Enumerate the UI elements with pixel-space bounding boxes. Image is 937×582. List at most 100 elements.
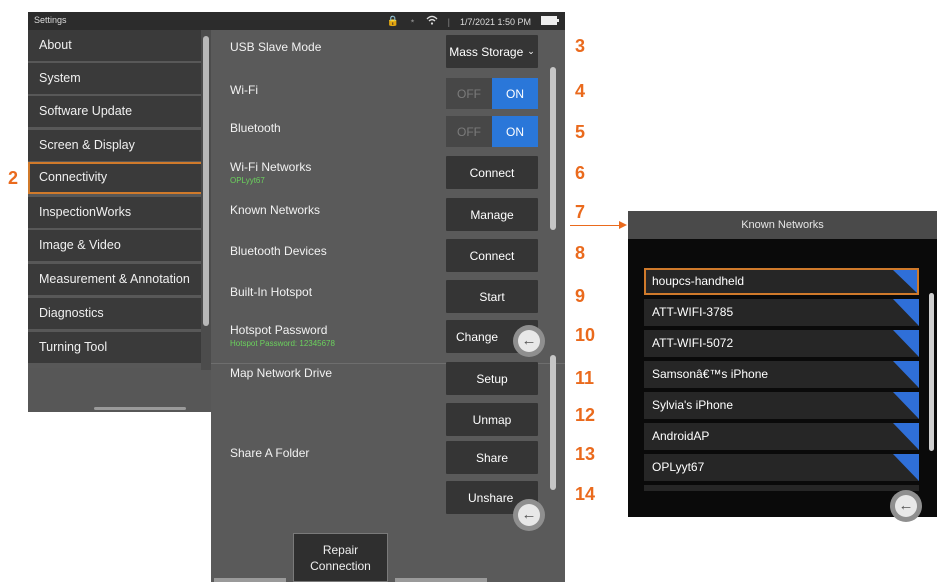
network-corner-marker — [893, 299, 919, 326]
wifi-label: Wi-Fi — [230, 83, 258, 97]
network-name: ATT-WIFI-5072 — [652, 336, 734, 350]
status-bar-title: Settings — [34, 15, 67, 25]
menu-item-image-video[interactable]: Image & Video — [28, 230, 206, 261]
menu-bottom-bar — [28, 368, 211, 412]
menu-item-system[interactable]: System — [28, 63, 206, 94]
callout-2: 2 — [8, 168, 19, 188]
network-item-partial[interactable] — [644, 485, 919, 491]
network-name: houpcs-handheld — [652, 274, 745, 288]
callout-3: 3 — [575, 36, 586, 56]
network-corner-marker — [893, 423, 919, 450]
bluetooth-toggle-off[interactable]: OFF — [446, 116, 492, 147]
repair-line-2: Connection — [310, 559, 371, 573]
menu-item-label: Image & Video — [39, 238, 121, 252]
chevron-down-icon: ⌄ — [527, 46, 535, 56]
known-networks-label: Known Networks — [230, 203, 321, 217]
back-button-lower[interactable]: ← — [513, 499, 545, 531]
menu-item-label: Connectivity — [39, 170, 108, 184]
status-bar-datetime: 1/7/2021 1:50 PM — [459, 16, 531, 27]
callout-arrow-line — [570, 225, 622, 226]
network-name: ATT-WIFI-3785 — [652, 305, 734, 319]
callout-14: 14 — [575, 484, 596, 504]
manage-known-networks-button[interactable]: Manage — [446, 198, 538, 231]
menu-item-label: Screen & Display — [39, 138, 135, 152]
network-name: Samsonâ€™s iPhone — [652, 367, 769, 381]
network-item[interactable]: AndroidAP — [644, 423, 919, 450]
wifi-toggle-off[interactable]: OFF — [446, 78, 492, 109]
back-button[interactable]: ← — [513, 325, 545, 357]
connectivity-scrollbar-lower[interactable] — [550, 355, 556, 490]
menu-item-label: Measurement & Annotation — [39, 272, 190, 286]
known-networks-scrollbar[interactable] — [929, 293, 934, 451]
callout-12: 12 — [575, 405, 596, 425]
menu-item-label: Diagnostics — [39, 306, 104, 320]
hotspot-password-value: Hotspot Password: 12345678 — [230, 339, 335, 348]
share-folder-label: Share A Folder — [230, 446, 310, 460]
menu-item-screen-display[interactable]: Screen & Display — [28, 130, 206, 161]
usb-slave-mode-dropdown[interactable]: Mass Storage ⌄ — [446, 35, 538, 68]
bluetooth-label: Bluetooth — [230, 121, 281, 135]
bottom-tab-indicator[interactable] — [94, 407, 186, 410]
menu-item-connectivity[interactable]: Connectivity — [28, 162, 206, 194]
callout-4: 4 — [575, 81, 586, 101]
lock-icon: 🔒 — [386, 16, 400, 27]
bluetooth-connect-button[interactable]: Connect — [446, 239, 538, 272]
hotspot-label: Built-In Hotspot — [230, 285, 313, 299]
wifi-connect-button[interactable]: Connect — [446, 156, 538, 189]
network-item[interactable]: ATT-WIFI-3785 — [644, 299, 919, 326]
wifi-icon — [426, 15, 438, 28]
status-bar: Settings 🔒 ⋆ | 1/7/2021 1:50 PM — [28, 12, 565, 30]
bluetooth-toggle[interactable]: OFF ON — [446, 116, 538, 147]
network-corner-marker — [893, 454, 919, 481]
callout-11: 11 — [575, 368, 595, 388]
network-name: AndroidAP — [652, 429, 710, 443]
back-arrow-icon: ← — [518, 330, 540, 352]
callout-6: 6 — [575, 163, 586, 183]
map-drive-setup-button[interactable]: Setup — [446, 362, 538, 395]
hotspot-start-button[interactable]: Start — [446, 280, 538, 313]
repair-line-1: Repair — [322, 543, 359, 557]
menu-item-measurement-annotation[interactable]: Measurement & Annotation — [28, 264, 206, 295]
network-item[interactable]: ATT-WIFI-5072 — [644, 330, 919, 357]
wifi-toggle-on[interactable]: ON — [492, 78, 538, 109]
connectivity-scrollbar-upper[interactable] — [550, 67, 556, 230]
callout-8: 8 — [575, 243, 586, 263]
bluetooth-toggle-on[interactable]: ON — [492, 116, 538, 147]
menu-item-inspectionworks[interactable]: InspectionWorks — [28, 197, 206, 228]
network-item[interactable]: Sylvia's iPhone — [644, 392, 919, 419]
network-item[interactable]: Samsonâ€™s iPhone — [644, 361, 919, 388]
menu-item-label: Software Update — [39, 104, 133, 118]
hotspot-password-label: Hotspot Password — [230, 323, 328, 337]
menu-item-software-update[interactable]: Software Update — [28, 96, 206, 127]
network-corner-marker — [893, 392, 919, 419]
menu-item-label: InspectionWorks — [39, 205, 132, 219]
wifi-networks-label: Wi-Fi Networks — [230, 160, 312, 174]
share-folder-button[interactable]: Share — [446, 441, 538, 474]
bluetooth-devices-label: Bluetooth Devices — [230, 244, 327, 258]
menu-item-turning-tool[interactable]: Turning Tool — [28, 332, 206, 363]
menu-item-label: Turning Tool — [39, 340, 108, 354]
map-network-drive-label: Map Network Drive — [230, 366, 333, 380]
battery-icon — [541, 16, 559, 27]
known-networks-back-button[interactable]: ← — [890, 490, 922, 522]
menu-item-label: About — [39, 38, 72, 52]
network-item[interactable]: houpcs-handheld — [644, 268, 919, 295]
bottom-tab-left[interactable] — [214, 578, 286, 582]
repair-connection-button[interactable]: Repair Connection — [293, 533, 388, 582]
menu-item-about[interactable]: About — [28, 30, 206, 61]
usb-slave-mode-value: Mass Storage — [449, 44, 524, 59]
map-drive-unmap-button[interactable]: Unmap — [446, 403, 538, 436]
wifi-toggle[interactable]: OFF ON — [446, 78, 538, 109]
menu-scrollbar[interactable] — [203, 36, 209, 326]
network-name: Sylvia's iPhone — [652, 398, 733, 412]
menu-item-diagnostics[interactable]: Diagnostics — [28, 298, 206, 329]
wifi-networks-current: OPLyyt67 — [230, 176, 265, 185]
network-item[interactable]: OPLyyt67 — [644, 454, 919, 481]
callout-10: 10 — [575, 325, 596, 345]
usb-slave-mode-label: USB Slave Mode — [230, 40, 322, 54]
known-networks-title: Known Networks — [628, 211, 937, 239]
bottom-tab-right[interactable] — [395, 578, 487, 582]
network-corner-marker — [893, 270, 917, 293]
back-arrow-icon: ← — [518, 504, 540, 526]
callout-arrow-head — [619, 221, 627, 229]
